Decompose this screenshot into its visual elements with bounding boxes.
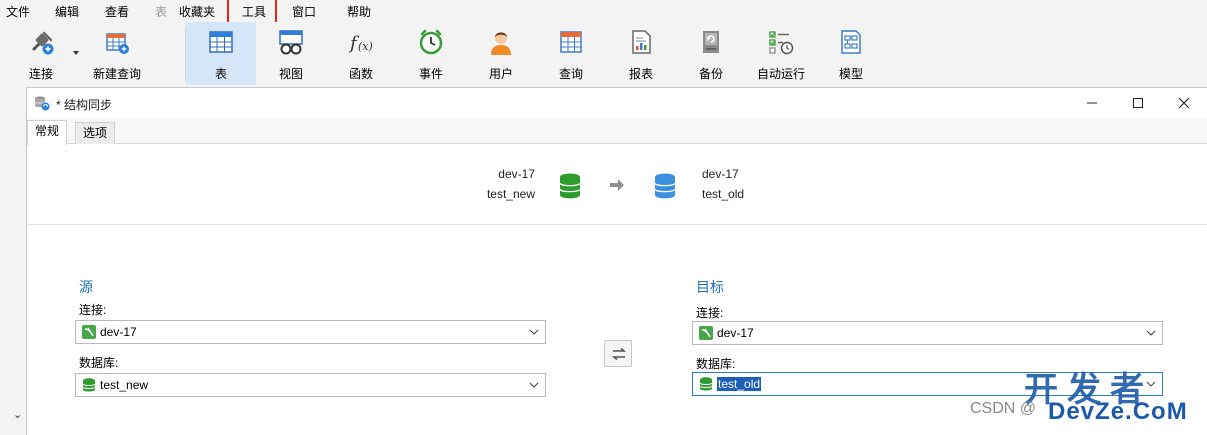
toolbar-report-label: 报表 bbox=[628, 67, 653, 81]
connect-dropdown-icon[interactable] bbox=[73, 51, 79, 55]
svg-text:(x): (x) bbox=[358, 40, 373, 53]
tab-general[interactable]: 常规 bbox=[27, 120, 68, 145]
toolbar-backup-label: 备份 bbox=[698, 67, 723, 81]
tab-options[interactable]: 选项 bbox=[75, 122, 116, 144]
toolbar-event-label: 事件 bbox=[418, 67, 443, 81]
connect-plug-icon bbox=[32, 31, 54, 55]
target-connection-value: dev-17 bbox=[717, 326, 754, 340]
toolbar-backup-button[interactable]: 备份 bbox=[676, 22, 746, 85]
summary-source-database: test_new bbox=[486, 187, 535, 201]
target-connection-label: 连接: bbox=[696, 306, 724, 320]
target-connection-select[interactable]: dev-17 bbox=[692, 321, 1163, 345]
toolbar-user-label: 用户 bbox=[488, 67, 513, 81]
source-section-title: 源 bbox=[79, 279, 93, 295]
menu-window[interactable]: 窗口 bbox=[292, 3, 316, 20]
toolbar-view-label: 视图 bbox=[278, 67, 303, 81]
window-titlebar: * 结构同步 bbox=[27, 88, 1207, 118]
chevron-down-icon bbox=[529, 382, 539, 388]
target-database-value: test_old bbox=[717, 377, 762, 391]
summary-target-connection: dev-17 bbox=[702, 167, 739, 181]
menu-file[interactable]: 文件 bbox=[6, 3, 30, 20]
window-title: * 结构同步 bbox=[56, 98, 113, 112]
model-icon bbox=[841, 30, 861, 54]
source-database-label: 数据库: bbox=[79, 356, 119, 370]
maximize-icon bbox=[1133, 98, 1143, 108]
query-icon bbox=[560, 31, 582, 53]
toolbar-new-query-button[interactable]: 新建查询 bbox=[88, 22, 146, 85]
close-icon bbox=[1178, 97, 1190, 109]
toolbar-query-label: 查询 bbox=[558, 67, 583, 81]
toolbar-function-button[interactable]: f (x) 函数 bbox=[326, 22, 396, 85]
new-query-icon bbox=[106, 33, 129, 54]
watermark-csdn: CSDN @ bbox=[970, 400, 1037, 417]
toolbar-autorun-button[interactable]: 自动运行 bbox=[746, 22, 816, 85]
sync-summary-panel: dev-17 test_new dev-17 test_old bbox=[27, 145, 1207, 225]
autorun-icon bbox=[769, 31, 794, 55]
toolbar-function-label: 函数 bbox=[348, 67, 373, 81]
chevron-down-icon bbox=[1146, 330, 1156, 336]
mysql-connection-icon bbox=[699, 326, 713, 340]
source-database-icon bbox=[559, 173, 581, 199]
toolbar-new-query-label: 新建查询 bbox=[92, 67, 141, 81]
toolbar-user-button[interactable]: 用户 bbox=[466, 22, 536, 85]
toolbar-event-button[interactable]: 事件 bbox=[396, 22, 466, 85]
toolbar-connect-label: 连接 bbox=[28, 67, 53, 81]
database-icon bbox=[699, 377, 713, 391]
toolbar-table-button[interactable]: 表 bbox=[186, 22, 256, 85]
sync-direction-arrow-icon bbox=[610, 179, 624, 191]
swap-source-target-button[interactable] bbox=[604, 340, 632, 367]
mysql-connection-icon bbox=[82, 325, 96, 339]
target-database-label: 数据库: bbox=[696, 357, 736, 371]
source-database-value: test_new bbox=[100, 378, 149, 392]
source-database-select[interactable]: test_new bbox=[75, 373, 546, 397]
chevron-down-icon bbox=[529, 329, 539, 335]
table-icon bbox=[209, 31, 233, 53]
left-panel-strip bbox=[0, 87, 26, 435]
menu-table[interactable]: 表 bbox=[155, 3, 167, 20]
window-maximize-button[interactable] bbox=[1115, 88, 1161, 118]
menu-edit[interactable]: 编辑 bbox=[55, 3, 79, 20]
event-clock-icon bbox=[419, 29, 443, 55]
source-connection-select[interactable]: dev-17 bbox=[75, 320, 546, 344]
toolbar-query-button[interactable]: 查询 bbox=[536, 22, 606, 85]
menu-help[interactable]: 帮助 bbox=[347, 3, 371, 20]
toolbar-report-button[interactable]: 报表 bbox=[606, 22, 676, 85]
database-icon bbox=[82, 378, 96, 392]
toolbar-model-label: 模型 bbox=[838, 67, 863, 81]
toolbar-model-button[interactable]: 模型 bbox=[816, 22, 886, 85]
summary-target-database: test_old bbox=[702, 187, 745, 201]
watermark-brand-site: DevZe.CoM bbox=[1048, 398, 1188, 425]
summary-source-connection: dev-17 bbox=[498, 167, 535, 181]
backup-icon bbox=[703, 31, 719, 53]
window-close-button[interactable] bbox=[1161, 88, 1207, 118]
user-icon bbox=[491, 32, 511, 55]
window-minimize-button[interactable] bbox=[1069, 88, 1115, 118]
toolbar-autorun-label: 自动运行 bbox=[756, 67, 805, 81]
tab-bar: 常规 选项 bbox=[27, 118, 1207, 145]
function-fx-icon: f (x) bbox=[348, 33, 373, 54]
source-connection-label: 连接: bbox=[79, 303, 107, 317]
structure-sync-icon bbox=[34, 96, 50, 111]
menu-favorites[interactable]: 收藏夹 bbox=[179, 3, 215, 20]
app-root: 文件 编辑 查看 表 收藏夹 工具 窗口 帮助 连接 新建查询 表 视图 f (… bbox=[0, 0, 1207, 435]
view-glasses-icon bbox=[279, 30, 303, 55]
menu-view[interactable]: 查看 bbox=[105, 3, 129, 20]
toolbar-table-label: 表 bbox=[214, 67, 227, 81]
toolbar-connect-button[interactable]: 连接 bbox=[12, 22, 70, 85]
report-icon bbox=[632, 30, 651, 54]
toolbar-view-button[interactable]: 视图 bbox=[256, 22, 326, 85]
target-section-title: 目标 bbox=[696, 279, 724, 295]
left-collapse-chevron-icon[interactable]: ⌄ bbox=[13, 408, 22, 421]
target-database-icon bbox=[654, 173, 676, 199]
tools-highlight-box bbox=[227, 0, 277, 24]
source-connection-value: dev-17 bbox=[100, 325, 137, 339]
menu-bar: 文件 编辑 查看 表 收藏夹 工具 窗口 帮助 bbox=[0, 0, 1207, 24]
main-toolbar: 连接 新建查询 表 视图 f (x) 函数 事件 用户 查询 报表 备份 自动运… bbox=[0, 22, 1207, 87]
minimize-icon bbox=[1087, 102, 1097, 104]
swap-arrows-icon bbox=[611, 347, 627, 361]
